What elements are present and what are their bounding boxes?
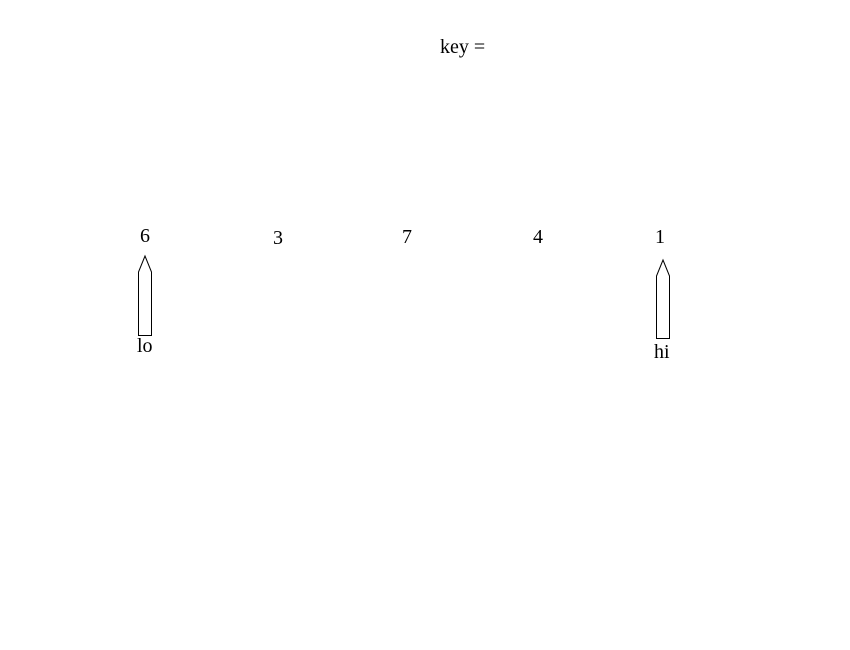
hi-pointer-arrow-icon (656, 258, 670, 339)
array-value-3: 4 (533, 226, 543, 248)
array-value-1: 3 (273, 227, 283, 249)
hi-pointer-label: hi (654, 341, 670, 363)
array-value-2: 7 (402, 226, 412, 248)
lo-pointer-label: lo (137, 335, 153, 357)
binary-search-diagram: key = 6 3 7 4 1 lo hi (0, 0, 850, 650)
array-value-0: 6 (140, 225, 150, 247)
key-label: key = (440, 36, 486, 58)
array-value-4: 1 (655, 226, 665, 248)
lo-pointer-arrow-icon (138, 254, 152, 336)
